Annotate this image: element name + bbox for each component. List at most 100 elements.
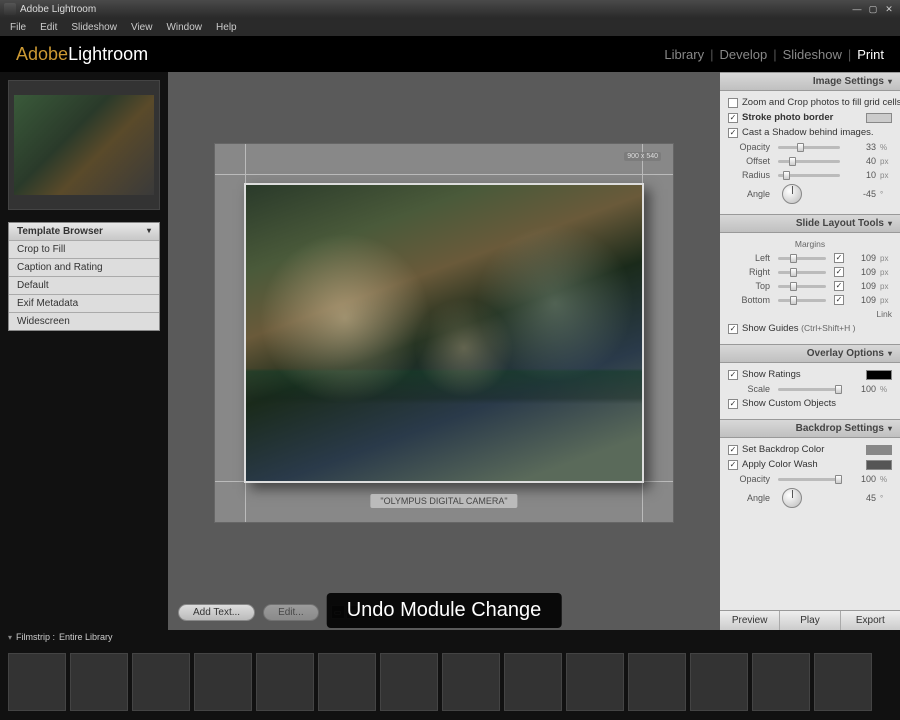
scale-slider[interactable] bbox=[778, 388, 840, 391]
template-item[interactable]: Caption and Rating bbox=[9, 258, 159, 276]
color-wash-checkbox[interactable] bbox=[728, 460, 738, 470]
template-item[interactable]: Widescreen bbox=[9, 312, 159, 330]
preview-image bbox=[14, 95, 154, 195]
filmstrip-thumb[interactable] bbox=[814, 653, 872, 711]
overlay-header[interactable]: Overlay Options▾ bbox=[720, 344, 900, 363]
filmstrip-thumb[interactable] bbox=[628, 653, 686, 711]
margin-right-slider[interactable] bbox=[778, 271, 826, 274]
menu-edit[interactable]: Edit bbox=[34, 20, 63, 35]
chevron-down-icon: ▾ bbox=[888, 349, 892, 358]
show-ratings-checkbox[interactable] bbox=[728, 370, 738, 380]
export-button[interactable]: Export bbox=[840, 611, 900, 630]
margin-bottom-link-checkbox[interactable] bbox=[834, 295, 844, 305]
menu-slideshow[interactable]: Slideshow bbox=[65, 20, 123, 35]
margin-left-link-checkbox[interactable] bbox=[834, 253, 844, 263]
add-text-button[interactable]: Add Text... bbox=[178, 604, 255, 621]
margin-top-link-checkbox[interactable] bbox=[834, 281, 844, 291]
module-nav: Library | Develop | Slideshow | Print bbox=[664, 47, 884, 62]
filmstrip-thumb[interactable] bbox=[752, 653, 810, 711]
slide-caption[interactable]: "OLYMPUS DIGITAL CAMERA" bbox=[370, 494, 517, 508]
filmstrip-thumb[interactable] bbox=[504, 653, 562, 711]
menu-window[interactable]: Window bbox=[160, 20, 208, 35]
filmstrip-thumb[interactable] bbox=[194, 653, 252, 711]
angle-dial[interactable] bbox=[782, 184, 802, 204]
backdrop-color-checkbox[interactable] bbox=[728, 445, 738, 455]
filmstrip-label: Filmstrip : bbox=[16, 632, 55, 642]
menu-file[interactable]: File bbox=[4, 20, 32, 35]
titlebar: Adobe Lightroom — ▢ ✕ bbox=[0, 0, 900, 18]
filmstrip-thumb[interactable] bbox=[8, 653, 66, 711]
filmstrip-thumb[interactable] bbox=[318, 653, 376, 711]
window-controls: — ▢ ✕ bbox=[850, 3, 896, 15]
stroke-label: Stroke photo border bbox=[742, 112, 833, 123]
custom-objects-checkbox[interactable] bbox=[728, 399, 738, 409]
shadow-checkbox[interactable] bbox=[728, 128, 738, 138]
nav-slideshow[interactable]: Slideshow bbox=[783, 47, 842, 62]
logo-adobe: Adobe bbox=[16, 44, 68, 64]
wash-angle-dial[interactable] bbox=[782, 488, 802, 508]
radius-slider[interactable] bbox=[778, 174, 840, 177]
filmstrip-thumb[interactable] bbox=[690, 653, 748, 711]
zoom-crop-checkbox[interactable] bbox=[728, 98, 738, 108]
edit-button[interactable]: Edit... bbox=[263, 604, 319, 621]
color-wash-swatch[interactable] bbox=[866, 460, 892, 470]
margin-right-value: 109 bbox=[848, 267, 876, 277]
guide-top[interactable] bbox=[215, 174, 673, 175]
collapse-icon[interactable]: ▾ bbox=[147, 226, 151, 237]
slide-frame[interactable]: 900 x 540 "OLYMPUS DIGITAL CAMERA" bbox=[214, 143, 674, 523]
play-button[interactable]: Play bbox=[779, 611, 839, 630]
margin-top-slider[interactable] bbox=[778, 285, 826, 288]
template-item[interactable]: Exif Metadata bbox=[9, 294, 159, 312]
slide-photo[interactable] bbox=[244, 183, 644, 483]
nav-sep: | bbox=[848, 47, 851, 62]
wash-opacity-label: Opacity bbox=[728, 474, 770, 484]
logo: AdobeLightroom bbox=[16, 44, 148, 65]
nav-library[interactable]: Library bbox=[664, 47, 704, 62]
filmstrip[interactable] bbox=[0, 644, 900, 720]
filmstrip-thumb[interactable] bbox=[132, 653, 190, 711]
offset-slider[interactable] bbox=[778, 160, 840, 163]
filmstrip-scope[interactable]: Entire Library bbox=[59, 632, 113, 642]
nav-develop[interactable]: Develop bbox=[720, 47, 768, 62]
layout-header[interactable]: Slide Layout Tools▾ bbox=[720, 214, 900, 233]
margin-left-slider[interactable] bbox=[778, 257, 826, 260]
custom-objects-label: Show Custom Objects bbox=[742, 398, 836, 409]
margins-label: Margins bbox=[795, 239, 825, 249]
main: Template Browser ▾ Crop to Fill Caption … bbox=[0, 72, 900, 630]
overlay-body: Show Ratings Scale100% Show Custom Objec… bbox=[720, 363, 900, 419]
wash-opacity-slider[interactable] bbox=[778, 478, 840, 481]
close-icon[interactable]: ✕ bbox=[882, 3, 896, 15]
margin-bottom-slider[interactable] bbox=[778, 299, 826, 302]
nav-print[interactable]: Print bbox=[857, 47, 884, 62]
stroke-color-swatch[interactable] bbox=[866, 113, 892, 123]
maximize-icon[interactable]: ▢ bbox=[866, 3, 880, 15]
filmstrip-expand-icon[interactable]: ▾ bbox=[8, 633, 12, 642]
filmstrip-thumb[interactable] bbox=[70, 653, 128, 711]
preview-button[interactable]: Preview bbox=[720, 611, 779, 630]
menu-help[interactable]: Help bbox=[210, 20, 243, 35]
show-guides-checkbox[interactable] bbox=[728, 324, 738, 334]
right-panel: Image Settings▾ Zoom and Crop photos to … bbox=[720, 72, 900, 630]
wash-angle-value: 45 bbox=[848, 493, 876, 503]
image-settings-header[interactable]: Image Settings▾ bbox=[720, 72, 900, 91]
ratings-color-swatch[interactable] bbox=[866, 370, 892, 380]
filmstrip-thumb[interactable] bbox=[566, 653, 624, 711]
angle-label: Angle bbox=[728, 189, 770, 199]
canvas-area[interactable]: 900 x 540 "OLYMPUS DIGITAL CAMERA" bbox=[168, 72, 720, 594]
backdrop-color-swatch[interactable] bbox=[866, 445, 892, 455]
minimize-icon[interactable]: — bbox=[850, 3, 864, 15]
margin-right-link-checkbox[interactable] bbox=[834, 267, 844, 277]
filmstrip-thumb[interactable] bbox=[442, 653, 500, 711]
template-item[interactable]: Default bbox=[9, 276, 159, 294]
image-settings-body: Zoom and Crop photos to fill grid cells.… bbox=[720, 91, 900, 214]
stroke-checkbox[interactable] bbox=[728, 113, 738, 123]
backdrop-header[interactable]: Backdrop Settings▾ bbox=[720, 419, 900, 438]
wash-angle-label: Angle bbox=[728, 493, 770, 503]
menu-view[interactable]: View bbox=[125, 20, 159, 35]
angle-value: -45 bbox=[848, 189, 876, 199]
filmstrip-thumb[interactable] bbox=[256, 653, 314, 711]
template-browser-header[interactable]: Template Browser ▾ bbox=[9, 223, 159, 240]
filmstrip-thumb[interactable] bbox=[380, 653, 438, 711]
template-item[interactable]: Crop to Fill bbox=[9, 240, 159, 258]
opacity-slider[interactable] bbox=[778, 146, 840, 149]
